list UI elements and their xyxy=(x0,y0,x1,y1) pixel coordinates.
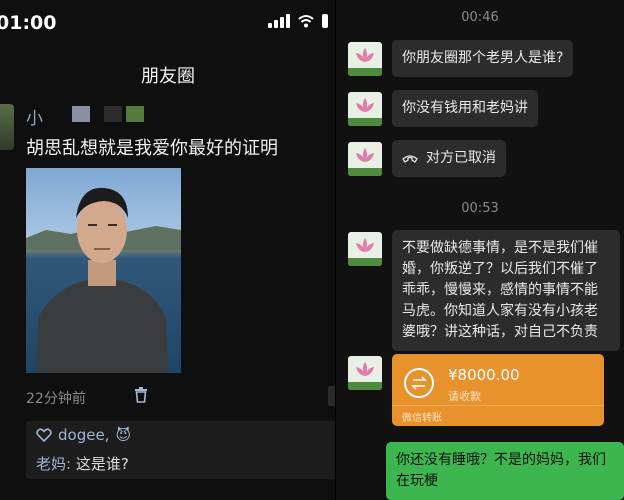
post-time: 22分钟前 xyxy=(26,391,86,407)
battery-icon xyxy=(322,14,328,28)
chat-timestamp: 00:46 xyxy=(461,10,499,25)
transfer-icon xyxy=(404,368,434,398)
person-photo-illustration xyxy=(26,187,181,373)
signal-icon xyxy=(268,14,290,28)
post-username[interactable]: 小 xyxy=(26,104,43,129)
mosaic-block xyxy=(126,106,144,122)
wifi-icon xyxy=(298,15,314,28)
mom-avatar[interactable] xyxy=(348,356,382,390)
transfer-note: 请收款 xyxy=(448,390,481,403)
message-bubble[interactable]: 你没有钱用和老妈讲 xyxy=(392,90,538,127)
post-photo[interactable] xyxy=(26,168,181,373)
my-message-bubble[interactable]: 你还没有睡哦？不是的妈妈，我们在玩梗 xyxy=(386,442,624,500)
message-bubble[interactable]: 你朋友圈那个老男人是谁? xyxy=(392,40,574,77)
likes-names[interactable]: dogee, xyxy=(58,426,109,444)
moments-screen: 01:00 朋友圈 小 胡思乱想就是我爱你最好的证明 22分钟前 dogee, … xyxy=(0,0,336,500)
trash-icon[interactable] xyxy=(134,387,148,403)
transfer-amount: ¥8000.00 xyxy=(448,366,520,384)
money-transfer-card[interactable]: ¥8000.00 请收款 微信转账 xyxy=(392,354,604,426)
mom-avatar[interactable] xyxy=(348,92,382,126)
lotus-icon xyxy=(356,148,374,162)
call-status: 对方已取消 xyxy=(426,150,496,166)
lotus-icon xyxy=(356,238,374,252)
mom-avatar[interactable] xyxy=(348,142,382,176)
post-text: 胡思乱想就是我爱你最好的证明 xyxy=(26,138,278,159)
transfer-source: 微信转账 xyxy=(402,413,442,424)
chat-screen: 00:46 你朋友圈那个老男人是谁? 你没有钱用和老妈讲 对方已取消 00:53… xyxy=(336,0,624,500)
phone-icon xyxy=(402,155,418,163)
likes-row: dogee, 😈 xyxy=(36,426,131,444)
status-time: 01:00 xyxy=(0,12,57,34)
lotus-icon xyxy=(356,48,374,62)
call-cancelled-bubble[interactable]: 对方已取消 xyxy=(392,140,506,177)
heart-icon xyxy=(36,428,52,442)
mosaic-block xyxy=(104,106,122,122)
comment-author[interactable]: 老妈: xyxy=(36,455,71,473)
mom-avatar[interactable] xyxy=(348,42,382,76)
lotus-icon xyxy=(356,98,374,112)
like-emoji: 😈 xyxy=(115,426,132,444)
status-icons xyxy=(268,14,328,28)
message-bubble[interactable]: 不要做缺德事情，是不是我们催婚，你叛逆了？以后我们不催了乖乖，慢慢来，感情的事情… xyxy=(392,230,620,351)
lotus-icon xyxy=(356,362,374,376)
mom-avatar[interactable] xyxy=(348,232,382,266)
avatar[interactable] xyxy=(0,104,14,150)
mosaic-block xyxy=(72,106,90,122)
comment[interactable]: 老妈: 这是谁? xyxy=(36,453,129,474)
chat-timestamp: 00:53 xyxy=(461,201,499,216)
page-title: 朋友圈 xyxy=(141,66,195,87)
comment-text: 这是谁? xyxy=(75,455,129,473)
